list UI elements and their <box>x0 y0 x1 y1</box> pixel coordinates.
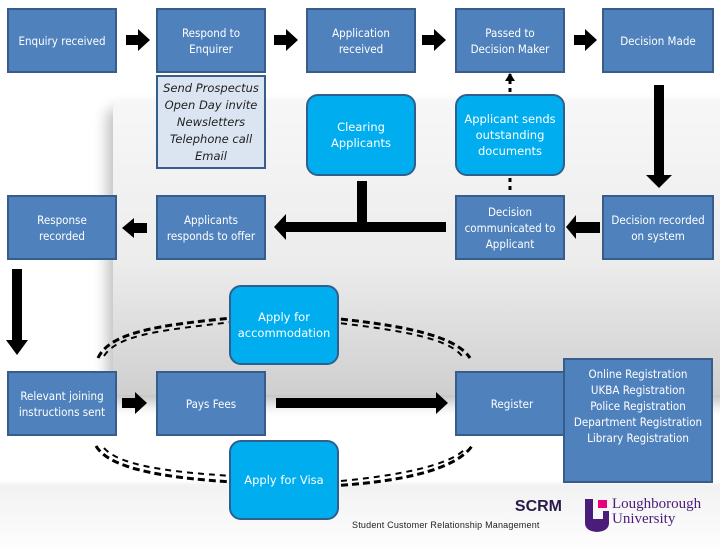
node-decision-recorded[interactable]: Decision recorded on system <box>602 195 714 260</box>
arrow-response-down <box>6 269 28 355</box>
university-name-line1: Loughborough <box>612 496 702 512</box>
arrow-respond-to-application <box>274 29 298 51</box>
node-respond-to-enquirer[interactable]: Respond to Enquirer <box>156 8 266 73</box>
node-applicants-responds[interactable]: Applicants responds to offer <box>156 195 266 260</box>
arrow-applicants-to-response <box>122 218 147 238</box>
dashed-arrowhead-up <box>505 73 515 81</box>
node-apply-visa[interactable]: Apply for Visa <box>229 440 339 520</box>
arrow-joining-to-fees <box>122 392 147 414</box>
node-decision-made[interactable]: Decision Made <box>602 8 714 73</box>
university-name: Loughborough University <box>612 497 701 527</box>
node-register[interactable]: Register <box>455 371 569 436</box>
node-applicant-sends-documents[interactable]: Applicant sends outstanding documents <box>455 94 565 176</box>
node-pays-fees[interactable]: Pays Fees <box>156 371 266 436</box>
node-application-received[interactable]: Application received <box>306 8 416 73</box>
line-clearing-down <box>357 181 367 227</box>
node-enquiry-received[interactable]: Enquiry received <box>7 8 117 73</box>
node-registration-types[interactable]: Online Registration UKBA Registration Po… <box>563 358 713 483</box>
arrow-application-to-passed <box>422 29 446 51</box>
arrow-recorded-to-communicated <box>566 215 600 239</box>
node-decision-communicated[interactable]: Decision communicated to Applicant <box>455 195 565 260</box>
scrm-subtitle: Student Customer Relationship Management <box>352 520 540 530</box>
node-apply-accommodation[interactable]: Apply for accommodation <box>229 285 339 365</box>
university-name-line2: University <box>612 511 676 527</box>
node-response-recorded[interactable]: Response recorded <box>7 195 117 260</box>
arrow-fees-to-register <box>276 392 448 414</box>
arrow-decision-made-down <box>646 85 672 188</box>
arrow-passed-to-decision <box>574 29 597 51</box>
arrow-enquiry-to-respond <box>126 29 150 51</box>
scrm-title: SCRM <box>514 498 562 515</box>
node-passed-to-decision-maker[interactable]: Passed to Decision Maker <box>455 8 565 73</box>
node-clearing-applicants[interactable]: Clearing Applicants <box>306 94 416 176</box>
node-enquirer-actions[interactable]: Send Prospectus Open Day invite Newslett… <box>156 75 266 169</box>
node-joining-instructions[interactable]: Relevant joining instructions sent <box>7 371 117 436</box>
